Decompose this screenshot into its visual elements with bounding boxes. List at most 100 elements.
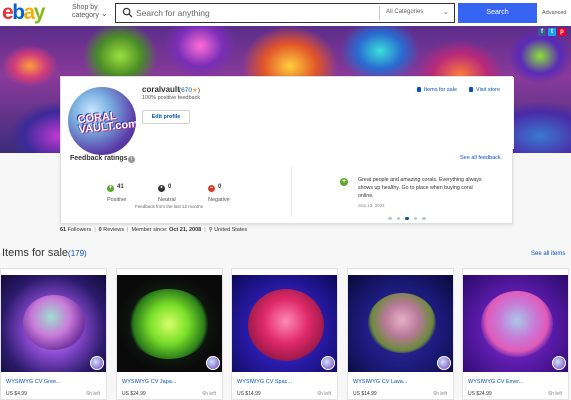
chevron-down-icon: ⌄ bbox=[101, 9, 108, 18]
neutral-count: 0 bbox=[168, 184, 172, 190]
item-title[interactable]: WYSIWYG CV Japa... bbox=[122, 379, 176, 385]
review-text: Great people and amazing corals. Everyth… bbox=[358, 177, 482, 199]
positive-review-icon: + bbox=[340, 178, 348, 186]
positive-stat: +41 Positive bbox=[107, 175, 147, 203]
negative-label: Negative bbox=[208, 197, 230, 203]
visit-store-label: Visit store bbox=[476, 87, 501, 93]
item-time-left: 6h left bbox=[317, 391, 331, 397]
search-divider bbox=[379, 6, 380, 20]
carousel-dot[interactable] bbox=[388, 216, 392, 220]
followers-label[interactable]: Followers bbox=[68, 227, 92, 233]
visit-store-link[interactable]: Visit store bbox=[469, 87, 500, 93]
ebay-logo[interactable]: ebay bbox=[2, 1, 46, 24]
followers-count: 61 bbox=[60, 227, 67, 233]
seller-name[interactable]: coralvault bbox=[142, 85, 180, 94]
items-for-sale-label: Items for sale bbox=[424, 87, 458, 93]
seller-logo-icon bbox=[206, 356, 220, 370]
carousel-dot[interactable] bbox=[396, 216, 400, 220]
item-title[interactable]: WYSIWYG CV Spac... bbox=[237, 379, 292, 385]
location-pin-icon: ⚲ bbox=[208, 227, 213, 233]
seller-stats-line: 61 Followers | 0 Reviews | Member since: Oct… bbox=[60, 227, 248, 233]
item-card[interactable]: WYSIWYG CV Emer... US $24.99 6h left bbox=[462, 268, 569, 400]
search-input[interactable] bbox=[136, 6, 376, 20]
search-icon bbox=[122, 7, 133, 18]
advanced-search-link[interactable]: Advanced bbox=[542, 10, 566, 16]
seller-logo-icon bbox=[90, 356, 104, 370]
negative-count: 0 bbox=[218, 184, 222, 190]
item-price: US $14.99 bbox=[353, 391, 377, 397]
page: ebay Shop by category ⌄ All Categories ⌄… bbox=[0, 0, 571, 400]
item-image[interactable] bbox=[348, 275, 453, 372]
edit-profile-button[interactable]: Edit profile bbox=[142, 110, 190, 124]
item-card[interactable]: WYSIWYG CV Gree... US $4.99 6h left bbox=[0, 268, 107, 400]
header: ebay Shop by category ⌄ All Categories ⌄… bbox=[0, 0, 571, 26]
negative-stat: –0 Negative bbox=[208, 175, 248, 203]
score-close: ) bbox=[197, 87, 201, 94]
seller-avatar[interactable]: CORAL VAULT.com bbox=[66, 85, 138, 157]
logo-letter-e: e bbox=[2, 1, 14, 24]
see-all-items-link[interactable]: See all items bbox=[531, 251, 565, 257]
search-button[interactable]: Search bbox=[458, 3, 537, 23]
item-card[interactable]: WYSIWYG CV Lava... US $14.99 6h left bbox=[347, 268, 454, 400]
items-count: (179) bbox=[68, 249, 87, 258]
feedback-ratings-title: Feedback ratings bbox=[70, 155, 128, 162]
review-date: Sep 13, 2021 bbox=[358, 203, 385, 208]
carousel-dot[interactable] bbox=[422, 216, 426, 220]
logo-letter-a: a bbox=[23, 1, 36, 24]
item-price: US $24.99 bbox=[468, 391, 492, 397]
item-image[interactable] bbox=[232, 275, 337, 372]
feedback-divider bbox=[291, 167, 292, 217]
carousel-dot[interactable] bbox=[413, 216, 417, 220]
chevron-down-icon: ⌄ bbox=[443, 9, 449, 16]
info-icon[interactable]: i bbox=[128, 156, 135, 163]
plus-icon: + bbox=[107, 185, 114, 192]
reviews-count: 0 bbox=[98, 227, 102, 233]
seller-score[interactable]: (670★) bbox=[179, 86, 200, 94]
reviews-label[interactable]: Reviews bbox=[103, 227, 124, 233]
seller-logo-icon bbox=[321, 356, 335, 370]
item-title[interactable]: WYSIWYG CV Gree... bbox=[6, 379, 61, 385]
seller-logo-icon bbox=[552, 356, 566, 370]
logo-letter-b: b bbox=[12, 1, 25, 24]
item-price: US $24.99 bbox=[122, 391, 146, 397]
item-time-left: 6h left bbox=[548, 391, 562, 397]
item-card[interactable]: WYSIWYG CV Spac... US $14.99 6h left bbox=[231, 268, 338, 400]
minus-icon: – bbox=[208, 185, 215, 192]
item-price: US $14.99 bbox=[237, 391, 261, 397]
item-image[interactable] bbox=[117, 275, 222, 372]
seller-profile-card: CORAL VAULT.com coralvault (670★) 100% p… bbox=[60, 76, 514, 225]
member-since-date: Oct 21, 2008 bbox=[169, 227, 202, 233]
items-for-sale-link[interactable]: Items for sale bbox=[417, 87, 457, 93]
store-icon bbox=[469, 87, 473, 92]
twitter-share-icon[interactable]: t bbox=[548, 28, 556, 36]
tag-icon bbox=[417, 87, 421, 92]
category-select[interactable]: All Categories bbox=[386, 9, 423, 15]
location: United States bbox=[214, 227, 248, 233]
item-image[interactable] bbox=[463, 275, 568, 372]
see-all-feedback-link[interactable]: See all feedback bbox=[460, 155, 501, 161]
seller-logo-icon bbox=[437, 356, 451, 370]
logo-letter-y: y bbox=[33, 1, 46, 24]
feedback-period-note: Feedback from the last 12 months bbox=[135, 204, 204, 209]
pinterest-share-icon[interactable]: p bbox=[558, 28, 566, 36]
neutral-label: Neutral bbox=[158, 197, 176, 203]
neutral-icon: • bbox=[158, 185, 165, 192]
positive-feedback-percent: 100% positive feedback bbox=[142, 95, 201, 101]
carousel-dot-active[interactable] bbox=[405, 216, 409, 220]
item-title[interactable]: WYSIWYG CV Emer... bbox=[468, 379, 523, 385]
score-number: 670 bbox=[181, 87, 193, 94]
items-for-sale-heading: Items for sale(179) bbox=[2, 247, 87, 259]
member-since-label: Member since: bbox=[131, 227, 168, 233]
item-time-left: 6h left bbox=[86, 391, 100, 397]
item-time-left: 6h left bbox=[433, 391, 447, 397]
positive-count: 41 bbox=[117, 184, 124, 190]
carousel-dots bbox=[388, 207, 431, 225]
facebook-share-icon[interactable]: f bbox=[538, 28, 546, 36]
item-title[interactable]: WYSIWYG CV Lava... bbox=[353, 379, 407, 385]
items-heading-label: Items for sale bbox=[2, 247, 69, 259]
item-price: US $4.99 bbox=[6, 391, 27, 397]
item-time-left: 6h left bbox=[202, 391, 216, 397]
item-image[interactable] bbox=[1, 275, 106, 372]
search-bar: All Categories ⌄ bbox=[115, 3, 455, 23]
item-card[interactable]: WYSIWYG CV Japa... US $24.99 6h left bbox=[116, 268, 223, 400]
